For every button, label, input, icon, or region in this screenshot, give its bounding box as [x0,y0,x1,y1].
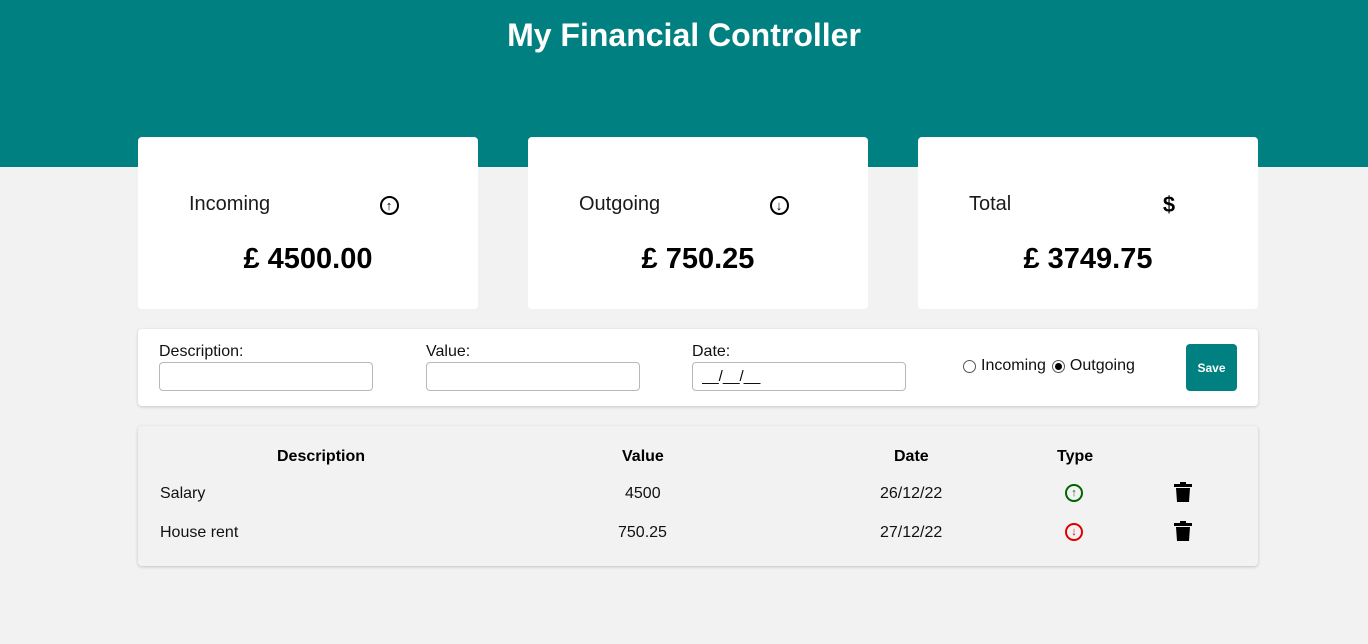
outgoing-arrow-icon: ↓ [1065,523,1083,541]
row-1-date: 26/12/22 [880,485,943,502]
row-2-date: 27/12/22 [880,524,943,541]
total-amount: £ 3749.75 [1023,243,1153,275]
date-field-group: Date: [692,343,906,391]
radio-incoming-label: Incoming [981,357,1046,374]
outgoing-label: Outgoing [579,193,661,215]
date-label: Date: [692,343,731,360]
total-card: Total $ £ 3749.75 [918,137,1258,309]
radio-outgoing[interactable]: Outgoing [1051,357,1135,375]
incoming-arrow-icon: ↑ [1065,484,1083,502]
header-value: Value [622,448,664,465]
description-label: Description: [159,343,244,360]
value-input[interactable] [426,362,640,391]
row-1-description: Salary [160,485,206,502]
date-input[interactable] [692,362,906,391]
radio-incoming-circle[interactable] [963,359,976,373]
arrow-up-circle-icon: ↑ [379,195,399,215]
transactions-table: Description Value Date Type Salary 4500 … [138,426,1258,566]
row-2-value: 750.25 [618,524,667,541]
trash-icon[interactable] [1174,482,1192,502]
total-label: Total [969,193,1012,215]
dollar-icon: $ [1162,192,1176,217]
header-description: Description [277,448,366,465]
description-input[interactable] [159,362,373,391]
radio-incoming[interactable]: Incoming [963,357,1046,375]
description-field-group: Description: [159,343,373,391]
save-button[interactable]: Save [1186,344,1237,391]
page-title: My Financial Controller [507,17,861,53]
outgoing-card: Outgoing ↓ £ 750.25 [528,137,868,309]
value-label: Value: [426,343,471,360]
outgoing-amount: £ 750.25 [641,243,755,275]
radio-outgoing-circle[interactable] [1051,359,1065,373]
row-1-value: 4500 [625,485,661,502]
incoming-amount: £ 4500.00 [243,243,373,275]
type-radio-group: Incoming Outgoing [963,357,1141,375]
header-date: Date [894,448,929,465]
incoming-label: Incoming [189,193,271,215]
arrow-down-circle-icon: ↓ [769,195,789,215]
row-2-description: House rent [160,524,239,541]
radio-outgoing-label: Outgoing [1069,357,1135,374]
value-field-group: Value: [426,343,640,391]
header-type: Type [1057,448,1094,465]
incoming-card: Incoming ↑ £ 4500.00 [138,137,478,309]
transaction-form: Description: Value: Date: Incoming Outgo… [138,329,1258,406]
trash-icon[interactable] [1174,521,1192,541]
